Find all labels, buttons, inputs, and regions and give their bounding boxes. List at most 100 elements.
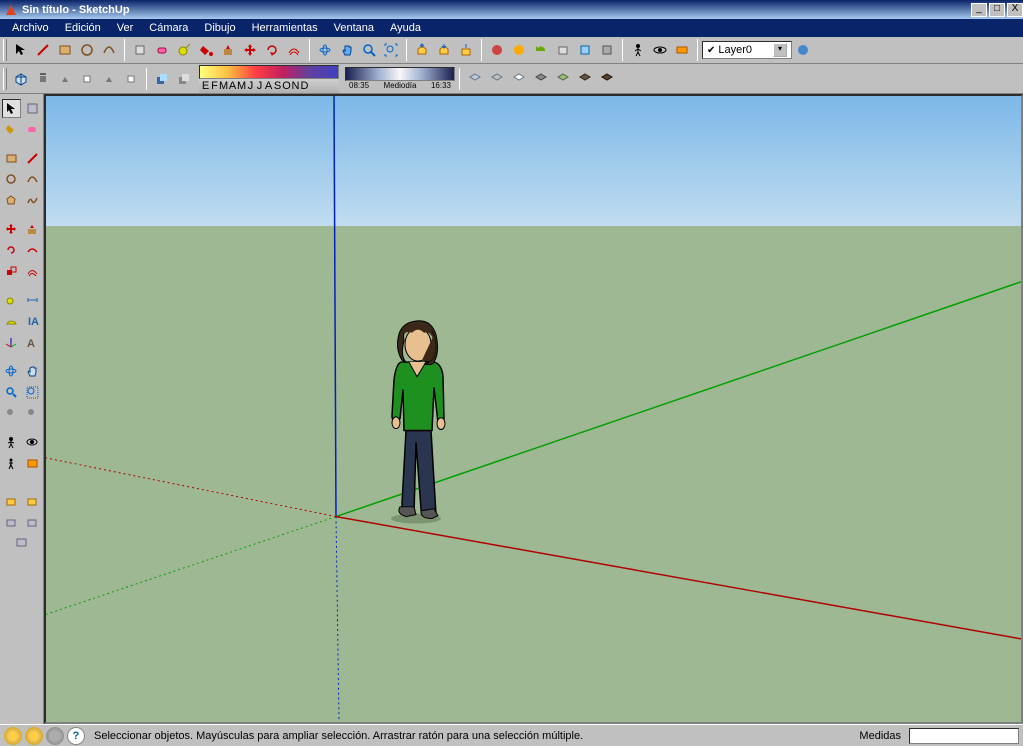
model-info-icon[interactable] xyxy=(487,40,507,60)
menu-herramientas[interactable]: Herramientas xyxy=(244,20,326,36)
offset-tool[interactable] xyxy=(23,262,42,281)
back-view-icon[interactable] xyxy=(99,69,119,89)
move-tool-icon[interactable] xyxy=(240,40,260,60)
iso-view-icon[interactable] xyxy=(11,69,31,89)
orbit-tool-icon[interactable] xyxy=(315,40,335,60)
offset-tool-icon[interactable] xyxy=(284,40,304,60)
previous-view-tool[interactable] xyxy=(2,404,21,423)
pan-tool-icon[interactable] xyxy=(337,40,357,60)
arc-tool-icon[interactable] xyxy=(99,40,119,60)
eraser-tool-icon[interactable] xyxy=(152,40,172,60)
style-shaded-icon[interactable] xyxy=(531,69,551,89)
time-slider[interactable] xyxy=(345,67,455,81)
rectangle-tool-icon[interactable] xyxy=(55,40,75,60)
circle-tool-icon[interactable] xyxy=(77,40,97,60)
left-view-icon[interactable] xyxy=(121,69,141,89)
tape-measure-icon[interactable] xyxy=(174,40,194,60)
tape-measure-tool[interactable] xyxy=(2,291,21,310)
position-camera-tool[interactable] xyxy=(2,433,21,452)
menu-archivo[interactable]: Archivo xyxy=(4,20,57,36)
geo-location-icon[interactable] xyxy=(4,727,22,745)
right-view-icon[interactable] xyxy=(77,69,97,89)
front-view-icon[interactable] xyxy=(55,69,75,89)
arc-tool[interactable] xyxy=(23,170,42,189)
freehand-tool[interactable] xyxy=(23,191,42,210)
style-xray-icon[interactable] xyxy=(465,69,485,89)
toolbar-grip[interactable] xyxy=(3,39,7,61)
section-plane-icon[interactable] xyxy=(672,40,692,60)
minimize-button[interactable]: _ xyxy=(971,3,987,17)
zoom-tool[interactable] xyxy=(2,383,21,402)
share-model-tool[interactable] xyxy=(23,491,42,510)
paint-tool[interactable] xyxy=(2,120,21,139)
walk-tool-icon[interactable] xyxy=(628,40,648,60)
text-tool[interactable]: IA xyxy=(23,312,42,331)
style-monochrome-icon[interactable] xyxy=(575,69,595,89)
date-slider[interactable] xyxy=(199,65,339,79)
shadow-toggle-icon[interactable] xyxy=(152,69,172,89)
zoom-window-tool[interactable] xyxy=(23,383,42,402)
dimension-tool[interactable] xyxy=(23,291,42,310)
pan-tool[interactable] xyxy=(23,362,42,381)
3d-text-tool[interactable]: A xyxy=(23,333,42,352)
walk-tool[interactable] xyxy=(2,454,21,473)
tool-icon-2[interactable] xyxy=(597,40,617,60)
look-around-tool[interactable] xyxy=(23,433,42,452)
share-component-tool[interactable] xyxy=(23,512,42,531)
rotate-tool-icon[interactable] xyxy=(262,40,282,60)
style-textured-icon[interactable] xyxy=(597,69,617,89)
share-component-icon[interactable] xyxy=(456,40,476,60)
line-tool-icon[interactable] xyxy=(33,40,53,60)
undo-icon[interactable] xyxy=(531,40,551,60)
layer-manager-icon[interactable] xyxy=(793,40,813,60)
viewport-3d[interactable] xyxy=(44,94,1023,724)
get-model-tool[interactable] xyxy=(2,491,21,510)
look-around-icon[interactable] xyxy=(650,40,670,60)
get-component-tool[interactable] xyxy=(2,512,21,531)
redo-icon[interactable] xyxy=(553,40,573,60)
make-component-icon[interactable] xyxy=(130,40,150,60)
close-button[interactable]: X xyxy=(1007,3,1023,17)
layer-dropdown[interactable]: ✔ Layer0 ▾ xyxy=(702,41,792,59)
share-model-icon[interactable] xyxy=(434,40,454,60)
eraser-tool[interactable] xyxy=(23,120,42,139)
top-view-icon[interactable] xyxy=(33,69,53,89)
zoom-tool-icon[interactable] xyxy=(359,40,379,60)
push-pull-icon[interactable] xyxy=(218,40,238,60)
menu-ventana[interactable]: Ventana xyxy=(326,20,382,36)
rectangle-tool[interactable] xyxy=(2,149,21,168)
polygon-tool[interactable] xyxy=(2,191,21,210)
tool-icon-1[interactable] xyxy=(575,40,595,60)
circle-tool[interactable] xyxy=(2,170,21,189)
maximize-button[interactable]: □ xyxy=(989,3,1005,17)
follow-me-tool[interactable] xyxy=(23,241,42,260)
select-tool-icon[interactable] xyxy=(11,40,31,60)
zoom-extents-icon[interactable] xyxy=(381,40,401,60)
move-tool[interactable] xyxy=(2,220,21,239)
help-icon[interactable]: ? xyxy=(67,727,85,745)
toolbar-grip[interactable] xyxy=(3,68,7,90)
push-pull-tool[interactable] xyxy=(23,220,42,239)
shadow-settings-icon[interactable] xyxy=(174,69,194,89)
select-tool[interactable] xyxy=(2,99,21,118)
axes-tool[interactable] xyxy=(2,333,21,352)
menu-edicion[interactable]: Edición xyxy=(57,20,109,36)
photo-match-tool[interactable] xyxy=(12,533,31,552)
scale-tool[interactable] xyxy=(2,262,21,281)
style-hidden-line-icon[interactable] xyxy=(509,69,529,89)
style-shaded-textured-icon[interactable] xyxy=(553,69,573,89)
measure-input[interactable] xyxy=(909,728,1019,744)
menu-ayuda[interactable]: Ayuda xyxy=(382,20,429,36)
section-tool[interactable] xyxy=(23,454,42,473)
rotate-tool[interactable] xyxy=(2,241,21,260)
component-tool[interactable] xyxy=(23,99,42,118)
style-wireframe-icon[interactable] xyxy=(487,69,507,89)
menu-camara[interactable]: Cámara xyxy=(141,20,196,36)
menu-ver[interactable]: Ver xyxy=(109,20,142,36)
preferences-icon[interactable] xyxy=(509,40,529,60)
orbit-tool[interactable] xyxy=(2,362,21,381)
line-tool[interactable] xyxy=(23,149,42,168)
paint-bucket-icon[interactable] xyxy=(196,40,216,60)
next-view-tool[interactable] xyxy=(23,404,42,423)
protractor-tool[interactable] xyxy=(2,312,21,331)
